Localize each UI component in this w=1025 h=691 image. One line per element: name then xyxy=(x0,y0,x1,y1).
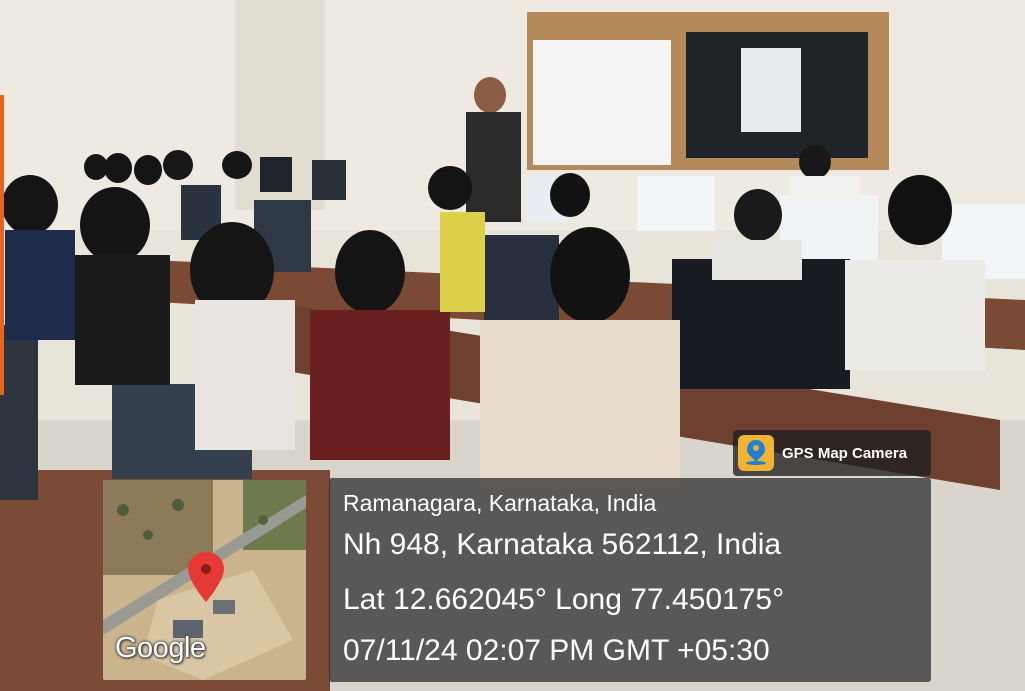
photo-frame: GPS Map Camera Google Ramanagara, Karnat… xyxy=(0,0,1025,691)
badge-label: GPS Map Camera xyxy=(782,444,908,462)
location-city: Ramanagara, Karnataka, India xyxy=(343,490,657,516)
google-logo: Google xyxy=(115,632,206,664)
location-address: Nh 948, Karnataka 562112, India xyxy=(343,528,782,561)
location-coordinates: Lat 12.662045° Long 77.450175° xyxy=(343,583,785,616)
left-accent-stripe xyxy=(0,95,4,395)
map-thumbnail: Google xyxy=(103,480,306,680)
map-pin-icon xyxy=(738,435,774,471)
gps-map-camera-badge: GPS Map Camera xyxy=(733,430,931,476)
location-datetime: 07/11/24 02:07 PM GMT +05:30 xyxy=(343,634,770,667)
location-info-panel: Ramanagara, Karnataka, India Nh 948, Kar… xyxy=(329,478,931,682)
